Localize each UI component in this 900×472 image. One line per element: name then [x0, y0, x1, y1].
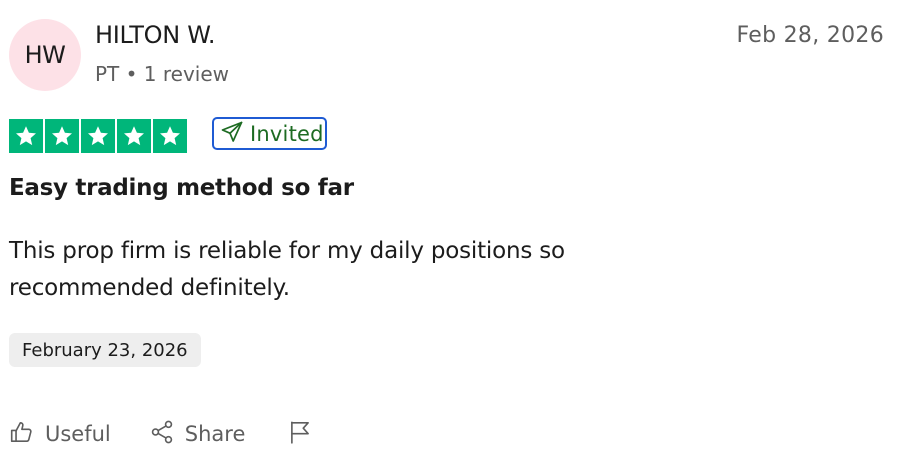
review-card: HW HILTON W. PT • 1 review Feb 28, 2026 … [0, 0, 900, 472]
report-button[interactable] [287, 419, 313, 450]
star-icon [45, 119, 79, 153]
avatar[interactable]: HW [9, 19, 81, 91]
thumbs-up-icon [9, 419, 35, 450]
reviewer-meta: PT • 1 review [95, 62, 230, 86]
star-rating [9, 119, 187, 153]
share-button[interactable]: Share [149, 419, 246, 450]
review-body: This prop firm is reliable for my daily … [9, 238, 565, 301]
review-actions: Useful Share [9, 418, 313, 450]
star-icon [9, 119, 43, 153]
review-title[interactable]: Easy trading method so far [9, 175, 354, 201]
useful-button[interactable]: Useful [9, 419, 111, 450]
useful-label: Useful [45, 422, 111, 446]
reviewer-name[interactable]: HILTON W. [95, 21, 216, 49]
star-icon [117, 119, 151, 153]
flag-icon [287, 419, 313, 450]
share-label: Share [184, 422, 246, 446]
experience-date-chip: February 23, 2026 [9, 333, 201, 367]
invited-badge[interactable]: Invited [212, 117, 327, 150]
paper-plane-icon [220, 120, 244, 148]
avatar-initials: HW [24, 41, 66, 69]
review-date: Feb 28, 2026 [736, 23, 884, 48]
share-icon [149, 419, 175, 450]
star-icon [81, 119, 115, 153]
invited-label: Invited [250, 121, 324, 146]
star-icon [153, 119, 187, 153]
